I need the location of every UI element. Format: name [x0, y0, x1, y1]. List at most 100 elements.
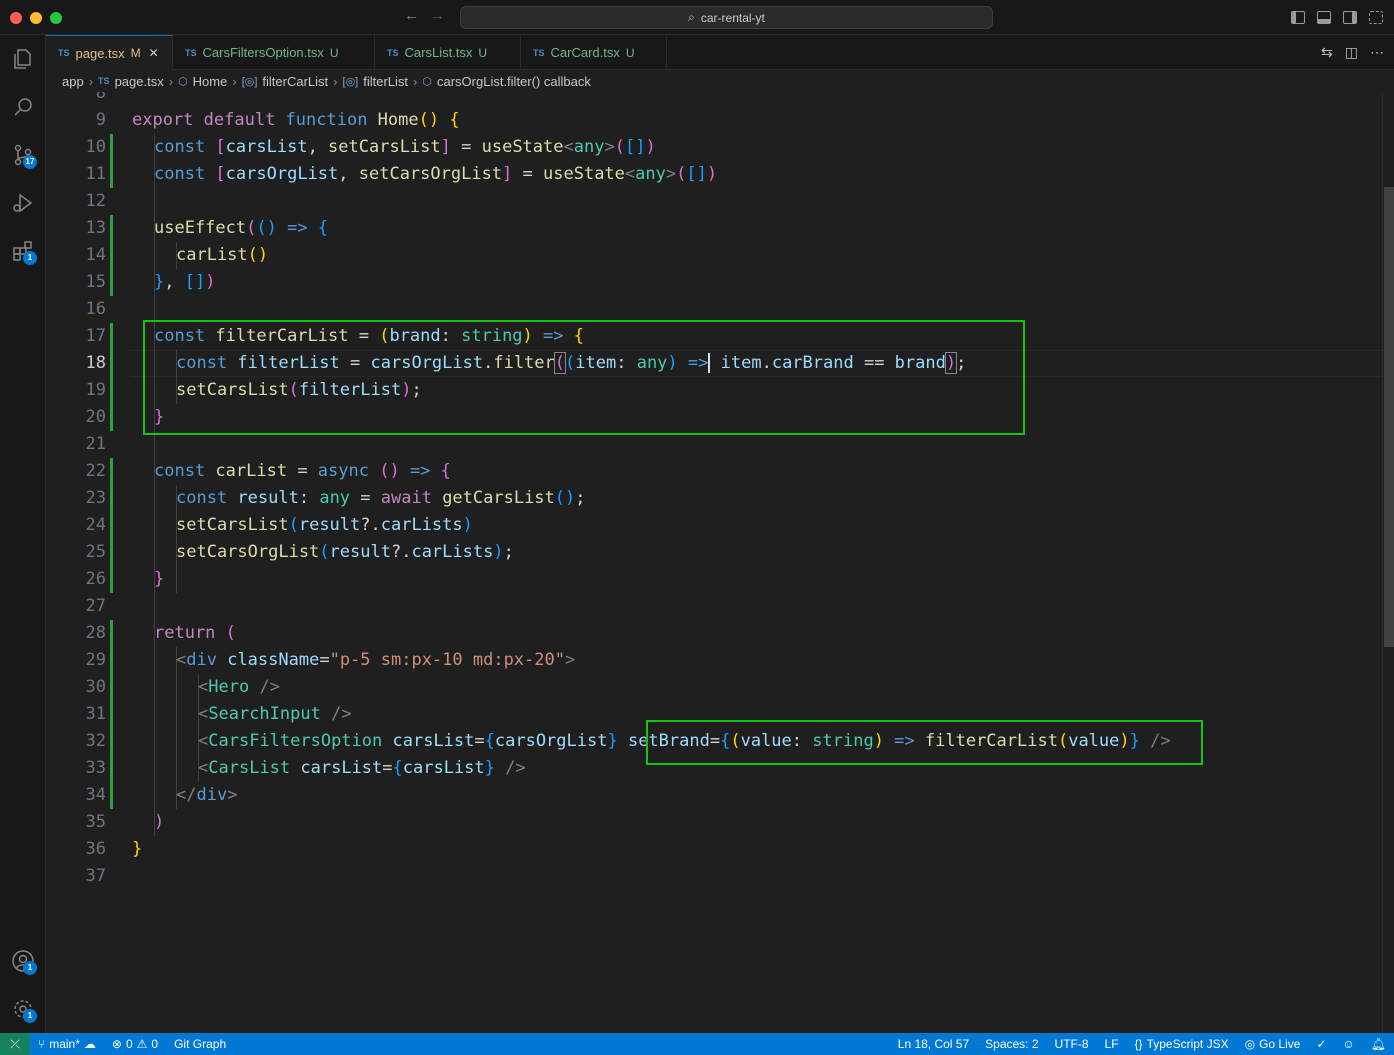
line-number: 12 [85, 191, 106, 211]
code-token: useState [481, 137, 564, 157]
code-token: setCarsOrgList [176, 542, 320, 562]
more-actions-icon[interactable]: ⋯ [1370, 44, 1384, 61]
forward-arrow-icon[interactable]: → [430, 7, 445, 24]
extensions-icon[interactable]: 1 [7, 235, 39, 267]
close-tab-icon[interactable]: ✕ [149, 46, 159, 60]
code-token: const [154, 461, 216, 481]
manage-badge: 1 [23, 1009, 37, 1023]
maximize-window-button[interactable] [50, 12, 62, 24]
tab-carcard[interactable]: TS CarCard.tsx U [521, 35, 667, 70]
code-token: { [317, 218, 329, 238]
braces-icon: {} [1134, 1037, 1143, 1051]
run-debug-icon[interactable] [7, 187, 39, 219]
code-token: < [198, 758, 209, 778]
code-line-33: <CarsList carsList={carsList} /> [198, 755, 526, 782]
end-of-line[interactable]: LF [1097, 1033, 1127, 1055]
code-token: carsList [392, 731, 475, 751]
git-graph-button[interactable]: Git Graph [166, 1033, 234, 1055]
line-number: 34 [85, 785, 106, 805]
code-token: = [382, 758, 393, 778]
customize-layout-icon[interactable] [1369, 11, 1383, 24]
minimize-window-button[interactable] [30, 12, 42, 24]
code-token: carLists [380, 515, 463, 535]
code-token: [] [184, 272, 206, 292]
command-center-search[interactable]: ⌕ car-rental-yt [460, 6, 993, 29]
code-token: carsList [402, 758, 485, 778]
line-number: 33 [85, 758, 106, 778]
code-token: = [360, 488, 381, 508]
tab-label: CarCard.tsx [550, 45, 620, 60]
branch-indicator[interactable]: ⑂ main* ☁ [30, 1033, 104, 1055]
code-line-15: }, []) [154, 269, 215, 296]
search-text: car-rental-yt [700, 10, 765, 25]
code-token: result [237, 488, 299, 508]
back-arrow-icon[interactable]: ← [404, 7, 419, 24]
code-token: carList [176, 245, 248, 265]
remote-indicator-icon[interactable]: ⤫ [0, 1033, 30, 1055]
tab-status: U [478, 45, 488, 60]
editor-tabs: TS page.tsx M ✕ TS CarsFiltersOption.tsx… [46, 35, 1394, 70]
error-icon: ⊗ [111, 1037, 122, 1051]
breadcrumb-item-filtercarlist[interactable]: filterCarList [262, 74, 328, 89]
feedback-icon[interactable]: ☺ [1335, 1033, 1363, 1055]
code-token: , [164, 272, 185, 292]
code-token: await [380, 488, 443, 508]
cursor-position[interactable]: Ln 18, Col 57 [890, 1033, 977, 1055]
prettier-icon[interactable]: ✓ [1308, 1033, 1334, 1055]
code-editor[interactable]: 8 9 10 11 12 13 14 15 16 17 18 19 20 21 22 23 24 25 26 27 28… [46, 92, 1394, 1033]
breadcrumb-item-filterlist[interactable]: filterList [363, 74, 408, 89]
source-control-icon[interactable]: 17 [7, 139, 39, 171]
scrollbar-thumb[interactable] [1384, 187, 1394, 647]
compare-changes-icon[interactable]: ⇆ [1321, 44, 1333, 61]
symbol-function-icon: ⬡ [178, 75, 188, 88]
code-token: = [474, 731, 485, 751]
language-mode[interactable]: {} TypeScript JSX [1127, 1033, 1237, 1055]
code-token: > [665, 164, 677, 184]
code-token: , [338, 164, 359, 184]
problems-indicator[interactable]: ⊗ 0 ⚠ 0 [104, 1033, 166, 1055]
breadcrumb-item-callback[interactable]: carsOrgList.filter() callback [437, 74, 591, 89]
symbol-function-icon: ⬡ [422, 75, 432, 88]
search-icon[interactable] [7, 91, 39, 123]
breadcrumb-item-home[interactable]: Home [193, 74, 228, 89]
encoding[interactable]: UTF-8 [1047, 1033, 1097, 1055]
code-line-24: setCarsList(result?.carLists) [176, 512, 473, 539]
language-label: TypeScript JSX [1146, 1037, 1229, 1051]
highlight-box-setbrand-prop [646, 720, 1203, 765]
code-token: { [449, 110, 460, 130]
code-token: ) [205, 272, 216, 292]
split-editor-icon[interactable]: ◫ [1345, 44, 1358, 61]
notifications-bell-icon[interactable]: 🔔︎ [1363, 1033, 1394, 1055]
explorer-icon[interactable] [7, 43, 39, 75]
go-live-button[interactable]: ◎ Go Live [1237, 1033, 1309, 1055]
tab-status: M [130, 46, 141, 60]
tab-carslist[interactable]: TS CarsList.tsx U [375, 35, 521, 70]
code-line-36: } [132, 836, 142, 863]
accounts-icon[interactable]: 1 [7, 945, 39, 977]
typescript-file-icon: TS [533, 47, 545, 58]
breadcrumb-item-app[interactable]: app [62, 74, 84, 89]
code-token: < [176, 650, 187, 670]
branch-name: main* [49, 1037, 80, 1051]
close-window-button[interactable] [10, 12, 22, 24]
code-token: result [298, 515, 361, 535]
code-token: } [132, 839, 143, 859]
chevron-right-icon: › [168, 73, 174, 89]
git-graph-label: Git Graph [174, 1037, 227, 1051]
code-token: setCarsList [176, 515, 289, 535]
toggle-primary-sidebar-icon[interactable] [1291, 11, 1305, 24]
scrollbar-track[interactable] [1382, 92, 1394, 1033]
tab-carsfiltersoption[interactable]: TS CarsFiltersOption.tsx U [173, 35, 375, 70]
git-added-gutter [110, 620, 113, 809]
tab-page-tsx[interactable]: TS page.tsx M ✕ [46, 35, 173, 70]
symbol-variable-icon: [◎] [241, 75, 258, 88]
code-token: useState [543, 164, 625, 184]
toggle-secondary-sidebar-icon[interactable] [1343, 11, 1357, 24]
indentation[interactable]: Spaces: 2 [977, 1033, 1046, 1055]
code-token: setCarsList [328, 137, 441, 157]
breadcrumb-item-file[interactable]: page.tsx [115, 74, 164, 89]
code-token: () [379, 461, 410, 481]
line-number: 9 [95, 110, 106, 130]
manage-gear-icon[interactable]: 1 [7, 993, 39, 1025]
toggle-panel-icon[interactable] [1317, 11, 1331, 24]
